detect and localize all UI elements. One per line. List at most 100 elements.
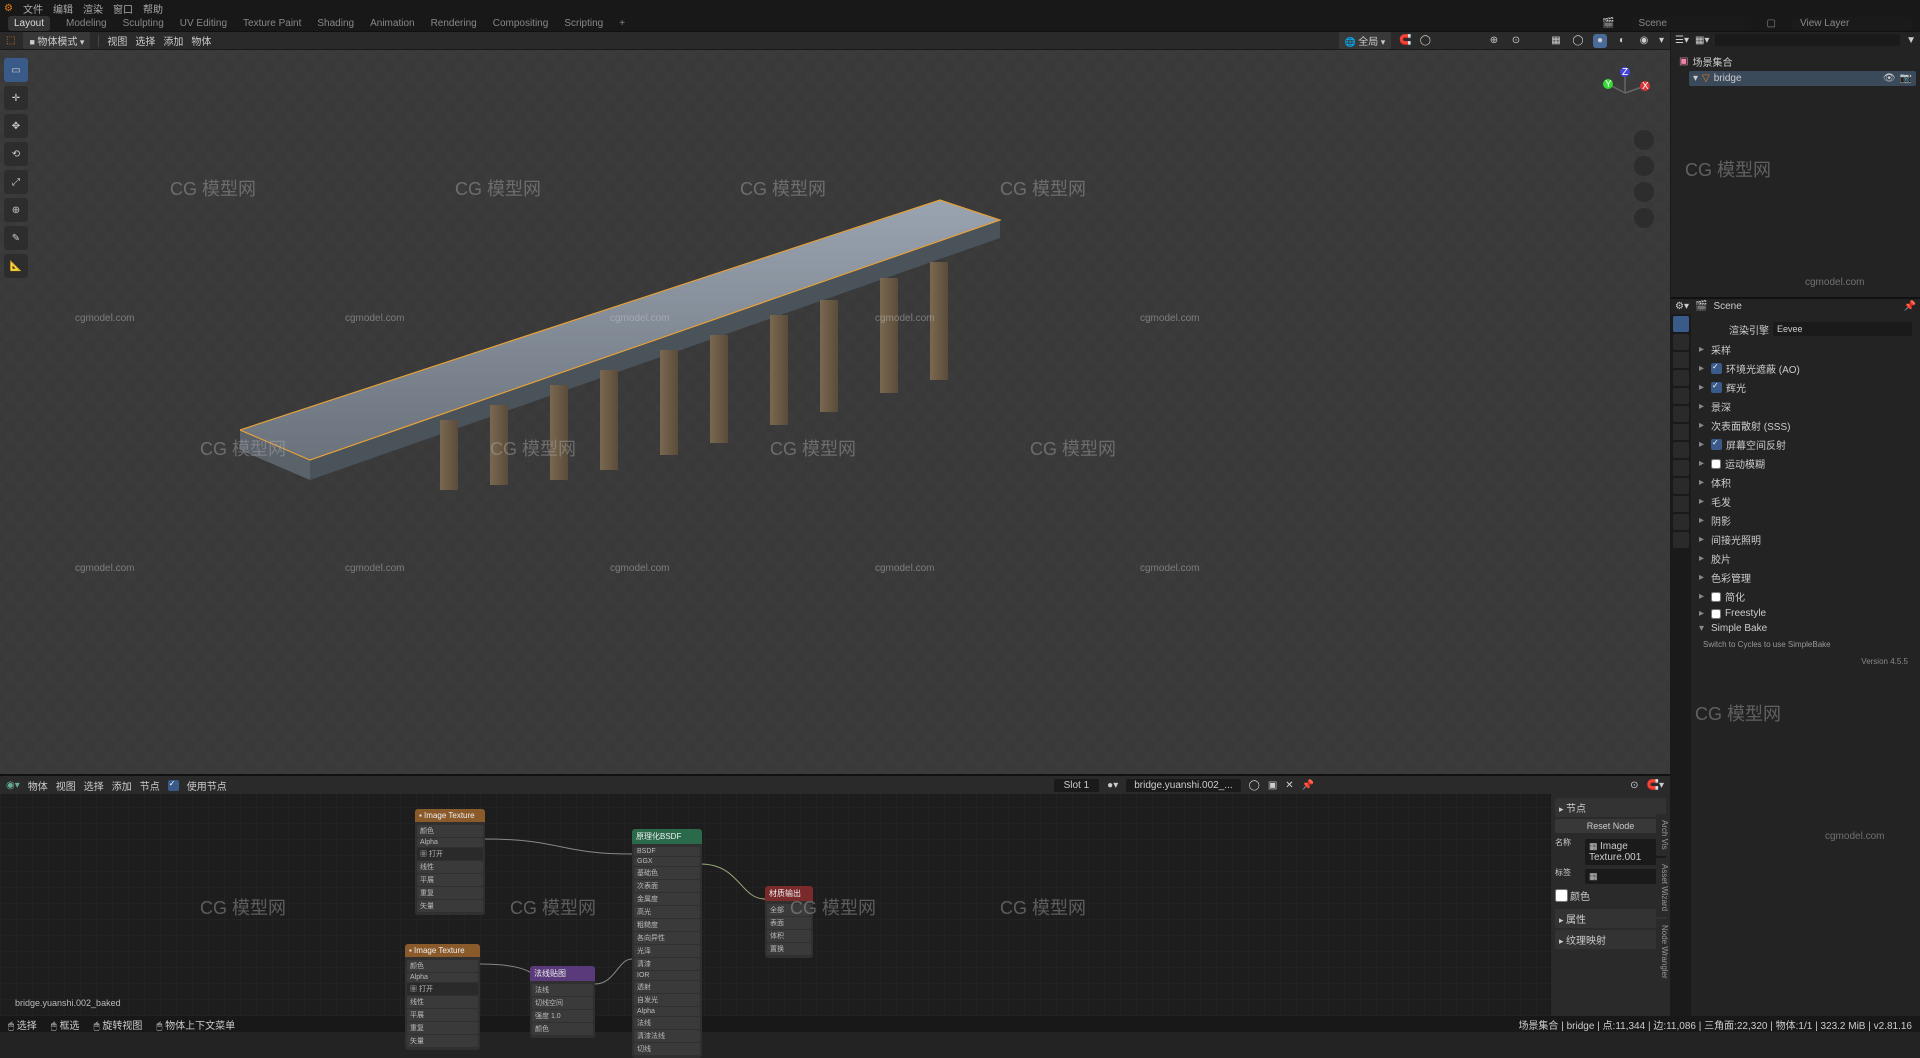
menu-select[interactable]: 选择 — [135, 33, 155, 48]
outliner-mode-icon[interactable]: ▦▾ — [1695, 35, 1709, 46]
node-snap-icon[interactable]: 🧲▾ — [1647, 780, 1664, 791]
tab-render[interactable] — [1673, 316, 1689, 332]
menu-edit[interactable]: 编辑 — [53, 1, 73, 16]
node-object-dropdown[interactable]: 物体 — [28, 778, 48, 793]
tab-scene[interactable] — [1673, 370, 1689, 386]
material-icon[interactable]: ●▾ — [1107, 780, 1118, 791]
render-engine-dropdown[interactable]: Eevee — [1773, 322, 1912, 336]
props-type-icon[interactable]: ⚙▾ — [1675, 301, 1689, 312]
tab-anim[interactable]: Animation — [370, 18, 414, 29]
nodes-panel-header[interactable]: ▸ 节点 — [1555, 798, 1666, 817]
tab-viewlayer[interactable] — [1673, 352, 1689, 368]
menu-view[interactable]: 视图 — [107, 33, 127, 48]
editor-type-icon[interactable]: ⬚ — [6, 35, 15, 46]
panel-dof[interactable]: ▸景深 — [1695, 397, 1916, 416]
orientation-dropdown[interactable]: 🌐 全局 ▾ — [1339, 32, 1392, 49]
tab-render[interactable]: Rendering — [431, 18, 477, 29]
tab-output[interactable] — [1673, 334, 1689, 350]
tool-rotate[interactable]: ⟲ — [4, 142, 28, 166]
tab-object[interactable] — [1673, 406, 1689, 422]
xray-icon[interactable]: ▦ — [1549, 34, 1563, 48]
menu-object[interactable]: 物体 — [191, 33, 211, 48]
bloom-checkbox[interactable] — [1711, 382, 1722, 393]
panel-volume[interactable]: ▸体积 — [1695, 473, 1916, 492]
tab-texture[interactable] — [1673, 532, 1689, 548]
shading-matprev-icon[interactable]: ◐ — [1615, 34, 1629, 48]
ao-checkbox[interactable] — [1711, 363, 1722, 374]
panel-sampling[interactable]: ▸采样 — [1695, 340, 1916, 359]
nav-zoom-icon[interactable] — [1634, 130, 1654, 150]
tab-add[interactable]: + — [619, 18, 625, 29]
tool-cursor[interactable]: ✛ — [4, 86, 28, 110]
nav-gizmo[interactable]: X Y Z — [1598, 66, 1652, 120]
tool-transform[interactable]: ⊕ — [4, 198, 28, 222]
panel-motion[interactable]: ▸运动模糊 — [1695, 454, 1916, 473]
node-normal-map[interactable]: 法线贴图 法线切线空间强度 1.0颜色 — [530, 966, 595, 1038]
node-name-field[interactable]: ▦ Image Texture.001 — [1585, 839, 1666, 865]
panel-freestyle[interactable]: ▸Freestyle — [1695, 606, 1916, 621]
freestyle-checkbox[interactable] — [1711, 609, 1721, 619]
nav-pan-icon[interactable] — [1634, 156, 1654, 176]
shading-solid-icon[interactable]: ● — [1593, 34, 1607, 48]
menu-file[interactable]: 文件 — [23, 1, 43, 16]
panel-ssr[interactable]: ▸屏幕空间反射 — [1695, 435, 1916, 454]
panel-indirect[interactable]: ▸间接光照明 — [1695, 530, 1916, 549]
menu-view[interactable]: 视图 — [56, 778, 76, 793]
material-pin-icon[interactable]: 📌 — [1302, 780, 1314, 791]
chevron-down-icon[interactable]: ▾ — [1693, 73, 1698, 84]
node-image-texture-2[interactable]: ▪ Image Texture 颜色Alpha ▦ 打开 线性平展重复 矢量 — [405, 944, 480, 1050]
node-image-texture-1[interactable]: ▪ Image Texture 颜色Alpha ▦ 打开 线性平展重复 矢量 — [415, 809, 485, 915]
tab-texpaint[interactable]: Texture Paint — [243, 18, 301, 29]
shading-wire-icon[interactable]: ◯ — [1571, 34, 1585, 48]
tab-world[interactable] — [1673, 388, 1689, 404]
tab-material[interactable] — [1673, 514, 1689, 530]
panel-film[interactable]: ▸胶片 — [1695, 549, 1916, 568]
tab-constraint[interactable] — [1673, 478, 1689, 494]
material-unlink-icon[interactable]: ✕ — [1285, 780, 1293, 791]
shading-dropdown-icon[interactable]: ▾ — [1659, 35, 1664, 46]
menu-select[interactable]: 选择 — [84, 778, 104, 793]
gizmo-toggle-icon[interactable]: ⊕ — [1487, 34, 1501, 48]
mode-dropdown[interactable]: ■ 物体模式 ▾ — [23, 32, 90, 49]
nav-camera-icon[interactable] — [1634, 182, 1654, 202]
panel-simplebake[interactable]: ▾Simple Bake — [1695, 621, 1916, 636]
scene-field[interactable]: Scene — [1631, 17, 1751, 30]
tab-comp[interactable]: Compositing — [493, 18, 549, 29]
node-principled-bsdf[interactable]: 原理化BSDF BSDFGGX基础色 次表面金属度高光 粗糙度各向异性光泽 清漆… — [632, 829, 702, 1058]
nav-persp-icon[interactable] — [1634, 208, 1654, 228]
editor-type-icon[interactable]: ◉▾ — [6, 780, 20, 791]
tab-layout[interactable]: Layout — [8, 16, 50, 31]
reset-node-button[interactable]: Reset Node — [1555, 819, 1666, 833]
menu-window[interactable]: 窗口 — [113, 1, 133, 16]
menu-add[interactable]: 添加 — [163, 33, 183, 48]
panel-shadow[interactable]: ▸阴影 — [1695, 511, 1916, 530]
material-users-icon[interactable]: ◯ — [1249, 780, 1260, 791]
panel-bloom[interactable]: ▸辉光 — [1695, 378, 1916, 397]
motion-checkbox[interactable] — [1711, 459, 1721, 469]
tab-modeling[interactable]: Modeling — [66, 18, 107, 29]
panel-hair[interactable]: ▸毛发 — [1695, 492, 1916, 511]
outliner-collection[interactable]: ▣ 场景集合 — [1675, 52, 1916, 71]
tool-select[interactable]: ▭ — [4, 58, 28, 82]
shading-render-icon[interactable]: ◉ — [1637, 34, 1651, 48]
render-icon[interactable]: 📷 — [1900, 73, 1912, 84]
simplify-checkbox[interactable] — [1711, 592, 1721, 602]
menu-node[interactable]: 节点 — [140, 778, 160, 793]
menu-help[interactable]: 帮助 — [143, 1, 163, 16]
outliner-search[interactable] — [1715, 34, 1900, 46]
tab-mesh[interactable] — [1673, 496, 1689, 512]
props-panel-header[interactable]: ▸ 属性 — [1555, 909, 1666, 928]
outliner-type-icon[interactable]: ☰▾ — [1675, 35, 1689, 46]
blender-icon[interactable]: ⚙ — [4, 3, 13, 14]
overlay-toggle-icon[interactable]: ⊙ — [1509, 34, 1523, 48]
tab-archvis[interactable]: Arch Vis — [1656, 814, 1670, 856]
pin-icon[interactable]: 📌 — [1904, 301, 1916, 312]
outliner-item-bridge[interactable]: ▾ ▽ bridge 👁 📷 — [1689, 71, 1916, 86]
tool-move[interactable]: ✥ — [4, 114, 28, 138]
proportional-icon[interactable]: ◯ — [1420, 35, 1431, 46]
filter-icon[interactable]: ▼ — [1906, 35, 1916, 46]
tab-script[interactable]: Scripting — [564, 18, 603, 29]
panel-ao[interactable]: ▸环境光遮蔽 (AO) — [1695, 359, 1916, 378]
menu-add[interactable]: 添加 — [112, 778, 132, 793]
visibility-icon[interactable]: 👁 — [1883, 73, 1896, 84]
